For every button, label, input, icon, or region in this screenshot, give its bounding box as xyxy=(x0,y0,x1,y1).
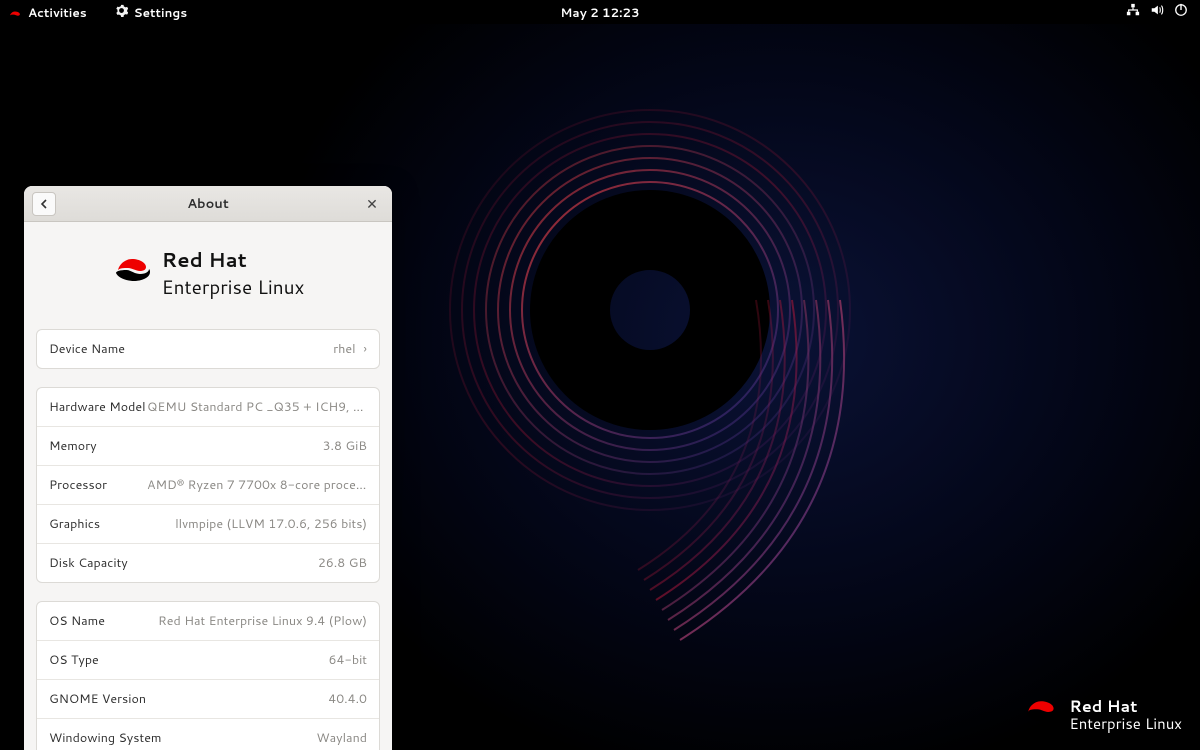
row-label: OS Name xyxy=(49,612,105,630)
current-app-label: Settings xyxy=(134,4,187,21)
memory-row: Memory 3.8 GiB xyxy=(37,427,379,466)
row-label: Disk Capacity xyxy=(49,554,128,572)
window-titlebar[interactable]: About ✕ xyxy=(24,186,392,222)
os-type-row: OS Type 64-bit xyxy=(37,641,379,680)
row-label: Graphics xyxy=(49,515,100,533)
os-logo-block: Red Hat Enterprise Linux xyxy=(36,246,380,301)
disk-capacity-row: Disk Capacity 26.8 GB xyxy=(37,544,379,582)
device-name-value: rhel xyxy=(333,340,355,358)
row-value: Red Hat Enterprise Linux 9.4 (Plow) xyxy=(158,612,367,630)
os-info-group: OS Name Red Hat Enterprise Linux 9.4 (Pl… xyxy=(36,601,380,750)
os-name-row: OS Name Red Hat Enterprise Linux 9.4 (Pl… xyxy=(37,602,379,641)
row-label: OS Type xyxy=(49,651,99,669)
windowing-system-row: Windowing System Wayland xyxy=(37,719,379,750)
hardware-info-group: Hardware Model QEMU Standard PC _Q35 + I… xyxy=(36,387,380,583)
row-value: llvmpipe (LLVM 17.0.6, 256 bits) xyxy=(175,515,367,533)
row-value: 26.8 GB xyxy=(318,554,367,572)
top-panel: Activities Settings May 2 12:23 xyxy=(0,0,1200,24)
close-button[interactable]: ✕ xyxy=(362,194,382,214)
redhat-icon xyxy=(8,7,22,17)
power-icon xyxy=(1174,3,1188,21)
processor-row: Processor AMD® Ryzen 7 7700x 8-core proc… xyxy=(37,466,379,505)
activities-button[interactable]: Activities xyxy=(8,4,87,21)
os-logo-line2: Enterprise Linux xyxy=(162,274,305,301)
row-label: Memory xyxy=(49,437,97,455)
gear-icon xyxy=(115,4,128,21)
row-label: GNOME Version xyxy=(49,690,146,708)
redhat-icon xyxy=(1023,699,1059,731)
row-value: 3.8 GiB xyxy=(323,437,367,455)
row-label: Processor xyxy=(49,476,107,494)
wallpaper-graphic-9 xyxy=(400,100,920,660)
clock-button[interactable]: May 2 12:23 xyxy=(560,4,639,21)
row-value: Wayland xyxy=(316,729,367,747)
row-value: QEMU Standard PC _Q35 + ICH9, 2009_ xyxy=(147,398,367,416)
window-title: About xyxy=(187,195,229,213)
system-tray[interactable] xyxy=(1126,3,1200,21)
row-label: Hardware Model xyxy=(49,398,146,416)
current-app-indicator[interactable]: Settings xyxy=(115,4,187,21)
brand-line2: Enterprise Linux xyxy=(1069,716,1182,733)
row-value: AMD® Ryzen 7 7700x 8-core processor × 2 xyxy=(147,476,367,494)
back-button[interactable] xyxy=(32,192,56,216)
device-name-label: Device Name xyxy=(49,340,125,358)
redhat-icon xyxy=(112,257,152,291)
settings-about-window: About ✕ Red Hat Enterprise Linux Device … xyxy=(24,186,392,750)
device-name-row[interactable]: Device Name rhel › xyxy=(37,330,379,368)
graphics-row: Graphics llvmpipe (LLVM 17.0.6, 256 bits… xyxy=(37,505,379,544)
row-value: 40.4.0 xyxy=(328,690,367,708)
os-logo-line1: Red Hat xyxy=(162,246,305,274)
desktop-brand-logo: Red Hat Enterprise Linux xyxy=(1023,698,1182,732)
activities-label: Activities xyxy=(28,4,87,21)
row-label: Windowing System xyxy=(49,729,162,747)
clock-label: May 2 12:23 xyxy=(560,4,639,21)
network-icon xyxy=(1126,3,1140,21)
gnome-version-row: GNOME Version 40.4.0 xyxy=(37,680,379,719)
hardware-model-row: Hardware Model QEMU Standard PC _Q35 + I… xyxy=(37,388,379,427)
device-name-group: Device Name rhel › xyxy=(36,329,380,369)
volume-icon xyxy=(1150,3,1164,21)
chevron-right-icon: › xyxy=(364,340,367,358)
row-value: 64-bit xyxy=(329,651,367,669)
about-content: Red Hat Enterprise Linux Device Name rhe… xyxy=(24,222,392,750)
close-icon: ✕ xyxy=(366,194,378,214)
